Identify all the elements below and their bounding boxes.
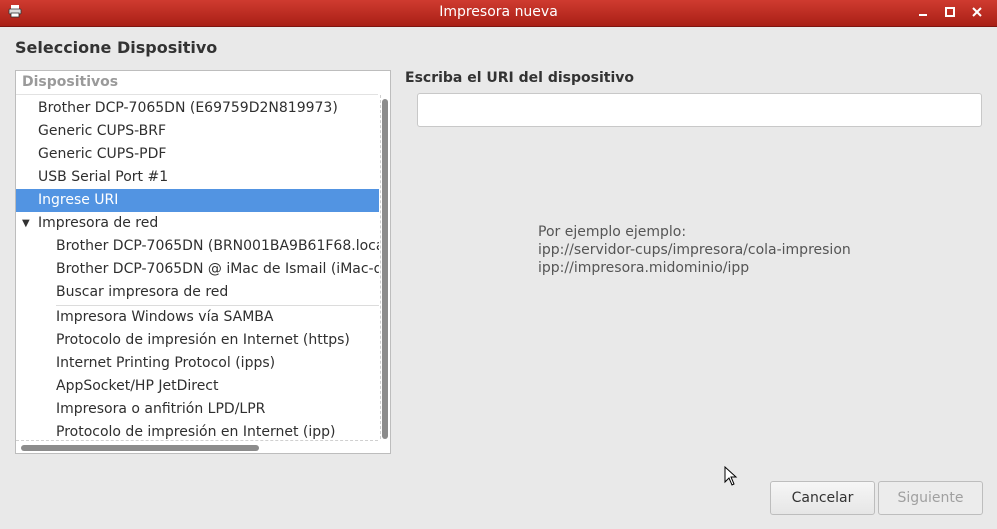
device-item[interactable]: Brother DCP-7065DN @ iMac de Ismail (iMa… <box>16 258 379 281</box>
find-network-printer-item[interactable]: Buscar impresora de red <box>16 281 379 304</box>
device-item[interactable]: Brother DCP-7065DN (E69759D2N819973) <box>16 97 379 120</box>
device-list-panel[interactable]: Dispositivos Brother DCP-7065DN (E69759D… <box>15 70 391 454</box>
device-item[interactable]: Generic CUPS-BRF <box>16 120 379 143</box>
window-title: Impresora nueva <box>439 4 558 20</box>
uri-label: Escriba el URI del dispositivo <box>405 70 634 86</box>
title-bar: Impresora nueva <box>0 0 997 27</box>
device-item[interactable]: Impresora o anfitrión LPD/LPR <box>16 398 379 421</box>
list-bottom-border <box>16 440 378 441</box>
device-item[interactable]: Generic CUPS-PDF <box>16 143 379 166</box>
uri-example-text: Por ejemplo ejemplo: ipp://servidor-cups… <box>538 223 851 277</box>
page-heading: Seleccione Dispositivo <box>15 38 218 57</box>
devices-column-header[interactable]: Dispositivos <box>16 71 378 95</box>
device-item[interactable]: Internet Printing Protocol (ipps) <box>16 352 379 375</box>
network-printer-group[interactable]: ▼ Impresora de red <box>16 212 379 235</box>
example-line: ipp://servidor-cups/impresora/cola-impre… <box>538 242 851 258</box>
device-item-selected[interactable]: Ingrese URI <box>16 189 379 212</box>
mouse-cursor-icon <box>724 466 738 486</box>
horizontal-scrollbar-thumb[interactable] <box>21 445 259 451</box>
example-line: Por ejemplo ejemplo: <box>538 224 687 240</box>
close-icon[interactable] <box>968 3 986 21</box>
device-item[interactable]: Protocolo de impresión en Internet (http… <box>16 329 379 352</box>
expander-down-icon[interactable]: ▼ <box>22 212 30 235</box>
vertical-scrollbar-thumb[interactable] <box>382 99 388 439</box>
device-item[interactable]: USB Serial Port #1 <box>16 166 379 189</box>
maximize-icon[interactable] <box>941 3 959 21</box>
device-item[interactable]: AppSocket/HP JetDirect <box>16 375 379 398</box>
minimize-icon[interactable] <box>914 3 932 21</box>
device-item[interactable]: Impresora Windows vía SAMBA <box>16 306 379 329</box>
cancel-button[interactable]: Cancelar <box>770 481 875 515</box>
device-item[interactable]: Brother DCP-7065DN (BRN001BA9B61F68.loca… <box>16 235 379 258</box>
uri-input[interactable] <box>417 93 982 127</box>
next-button[interactable]: Siguiente <box>878 481 983 515</box>
example-line: ipp://impresora.midominio/ipp <box>538 260 750 276</box>
